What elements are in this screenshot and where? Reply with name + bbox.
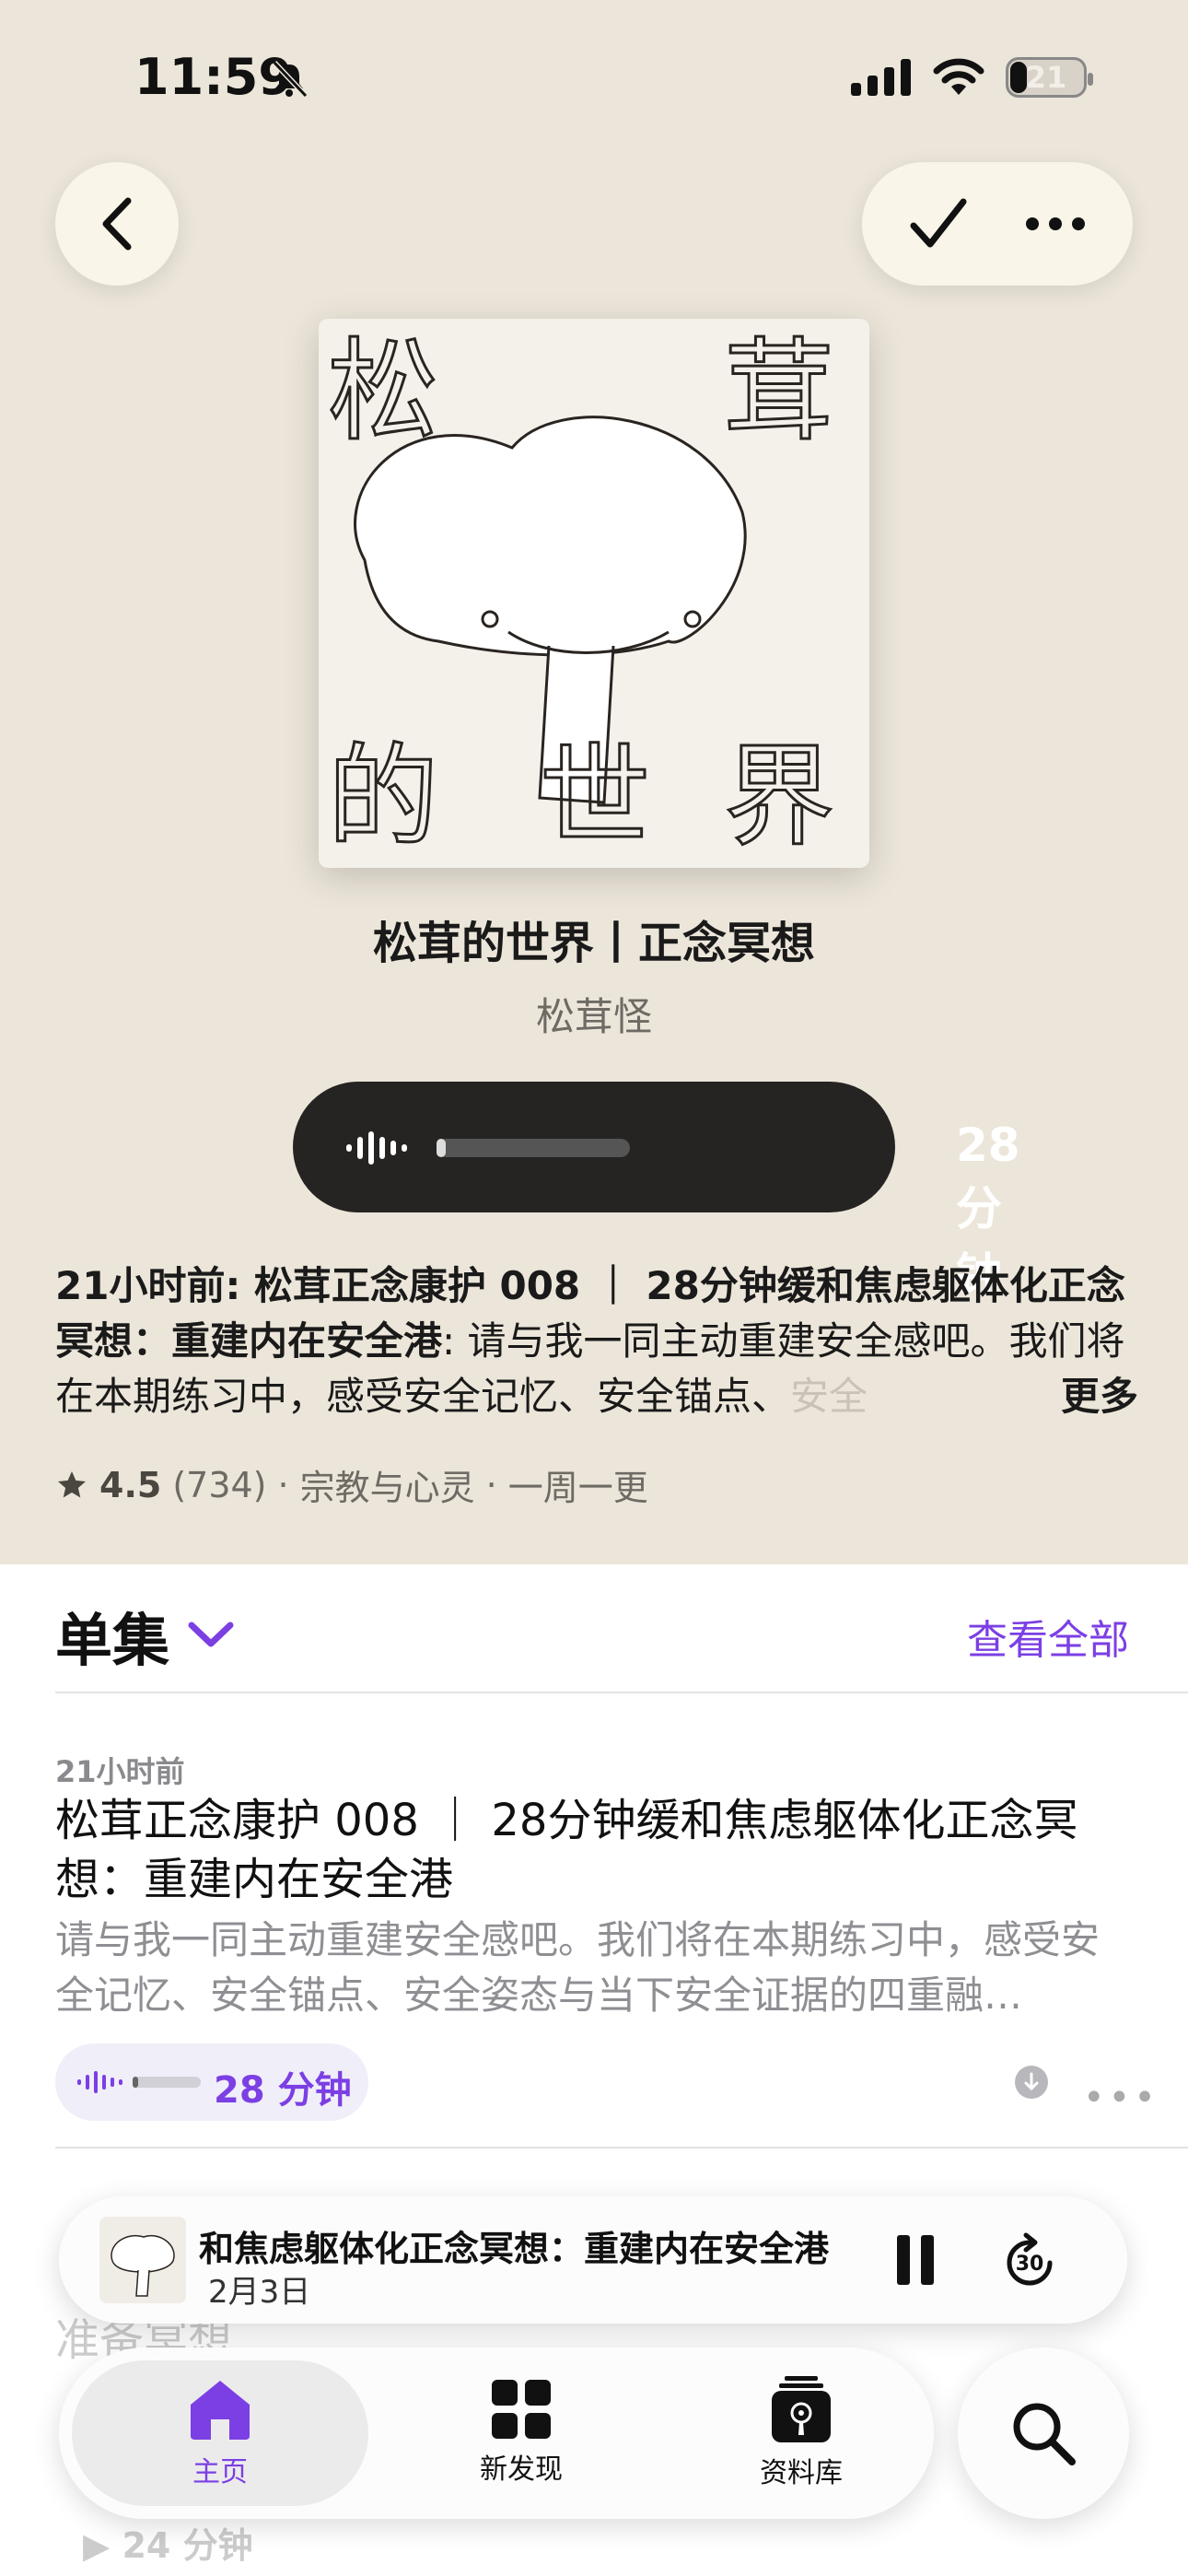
episodes-section-toggle[interactable]: 单集 [55,1594,234,1677]
episode-progress-fill [133,2077,138,2088]
svg-text:松: 松 [328,328,438,456]
downloaded-icon [1015,2066,1048,2099]
episode-time: 21小时前 [55,1754,185,1789]
tab-browse[interactable]: 新发现 [383,2348,659,2519]
tab-home[interactable]: 主页 [72,2360,368,2506]
chevron-left-icon [102,197,132,251]
podcast-artwork: 松 茸 的 世 界 [319,319,869,868]
battery-indicator: 21 [1006,57,1093,98]
mini-player-artwork [99,2217,186,2303]
category-label[interactable]: 宗教与心灵 [300,1459,475,1510]
section-title: 单集 [55,1607,170,1674]
waveform-icon [77,2071,122,2093]
progress-track [437,1139,630,1157]
see-all-link[interactable]: 查看全部 [967,1607,1129,1666]
back-button[interactable] [55,162,179,286]
episode-duration: 28 分钟 [214,2069,352,2112]
episode-play-button[interactable]: 28 分钟 [55,2043,368,2121]
progress-fill [437,1139,446,1157]
tab-browse-label: 新发现 [480,2453,563,2486]
search-button[interactable] [958,2348,1129,2519]
rating-count: (734) [172,1464,267,1505]
divider [55,2147,1188,2149]
show-metadata: 4.5 (734) · 宗教与心灵 · 一周一更 [55,1459,648,1510]
mini-player-date: 2月3日 [208,2274,311,2311]
frequency-label: 一周一更 [507,1468,648,1508]
more-link[interactable]: 更多 [1047,1369,1138,1424]
star-icon [58,1470,86,1497]
search-icon [1013,2403,1076,2465]
more-options-icon[interactable] [1025,217,1086,231]
mushroom-illustration: 松 茸 的 世 界 [327,327,836,863]
grid-icon [492,2380,551,2439]
silent-bell-icon [272,60,309,99]
home-icon [191,2381,250,2440]
wifi-icon [933,58,984,95]
next-episode-duration: ▶ 24 分钟 [83,2525,253,2566]
separator-dot: · [277,1464,289,1505]
rating-value: 4.5 [99,1464,162,1505]
cellular-signal-icon [851,59,911,96]
skip-seconds: 30 [1016,2253,1044,2276]
chevron-down-icon [188,1622,234,1647]
episode-description: 请与我一同主动重建安全感吧。我们将在本期练习中，感受安全记忆、安全锚点、安全姿态… [55,1917,1101,2018]
episode-title[interactable]: 松茸正念康护 008 ｜ 28分钟缓和焦虑躯体化正念冥想：重建内在安全港 [55,1791,1114,1909]
follow-checkmark-icon[interactable] [910,198,967,250]
header-actions [862,162,1133,286]
tab-bar: 主页 新发现 资料库 [59,2348,934,2519]
mini-player-title: 和焦虑躯体化正念冥想：重建内在安全港 [199,2229,830,2269]
skip-forward-icon[interactable]: 30 [998,2231,1061,2294]
tab-library[interactable]: 资料库 [663,2348,939,2519]
tab-library-label: 资料库 [760,2457,843,2489]
mini-player[interactable]: 和焦虑躯体化正念冥想：重建内在安全港 2月3日 30 [59,2196,1127,2324]
svg-text:界: 界 [724,733,834,861]
svg-text:世: 世 [540,733,650,861]
divider [55,1692,1188,1693]
separator-dot: · [485,1464,497,1505]
episode-progress-track [133,2077,201,2088]
waveform-icon [346,1131,407,1165]
description-fade: 安全 [790,1374,868,1419]
tab-home-label: 主页 [192,2456,248,2488]
next-episode-duration-text: 24 分钟 [122,2525,253,2566]
pause-icon[interactable] [888,2231,943,2289]
svg-text:的: 的 [328,733,438,861]
play-latest-button[interactable]: 28 分钟 [293,1082,1020,1302]
show-title: 松茸的世界丨正念冥想 [372,918,815,969]
library-icon [772,2376,831,2442]
show-author[interactable]: 松茸怪 [0,986,1188,1042]
status-indicators: 21 [851,57,1093,98]
episode-more-icon[interactable]: ••• [1083,2077,1159,2119]
show-description[interactable]: 21小时前: 松茸正念康护 008 ｜ 28分钟缓和焦虑躯体化正念冥想：重建内在… [55,1259,1138,1424]
svg-text:茸: 茸 [724,328,834,456]
